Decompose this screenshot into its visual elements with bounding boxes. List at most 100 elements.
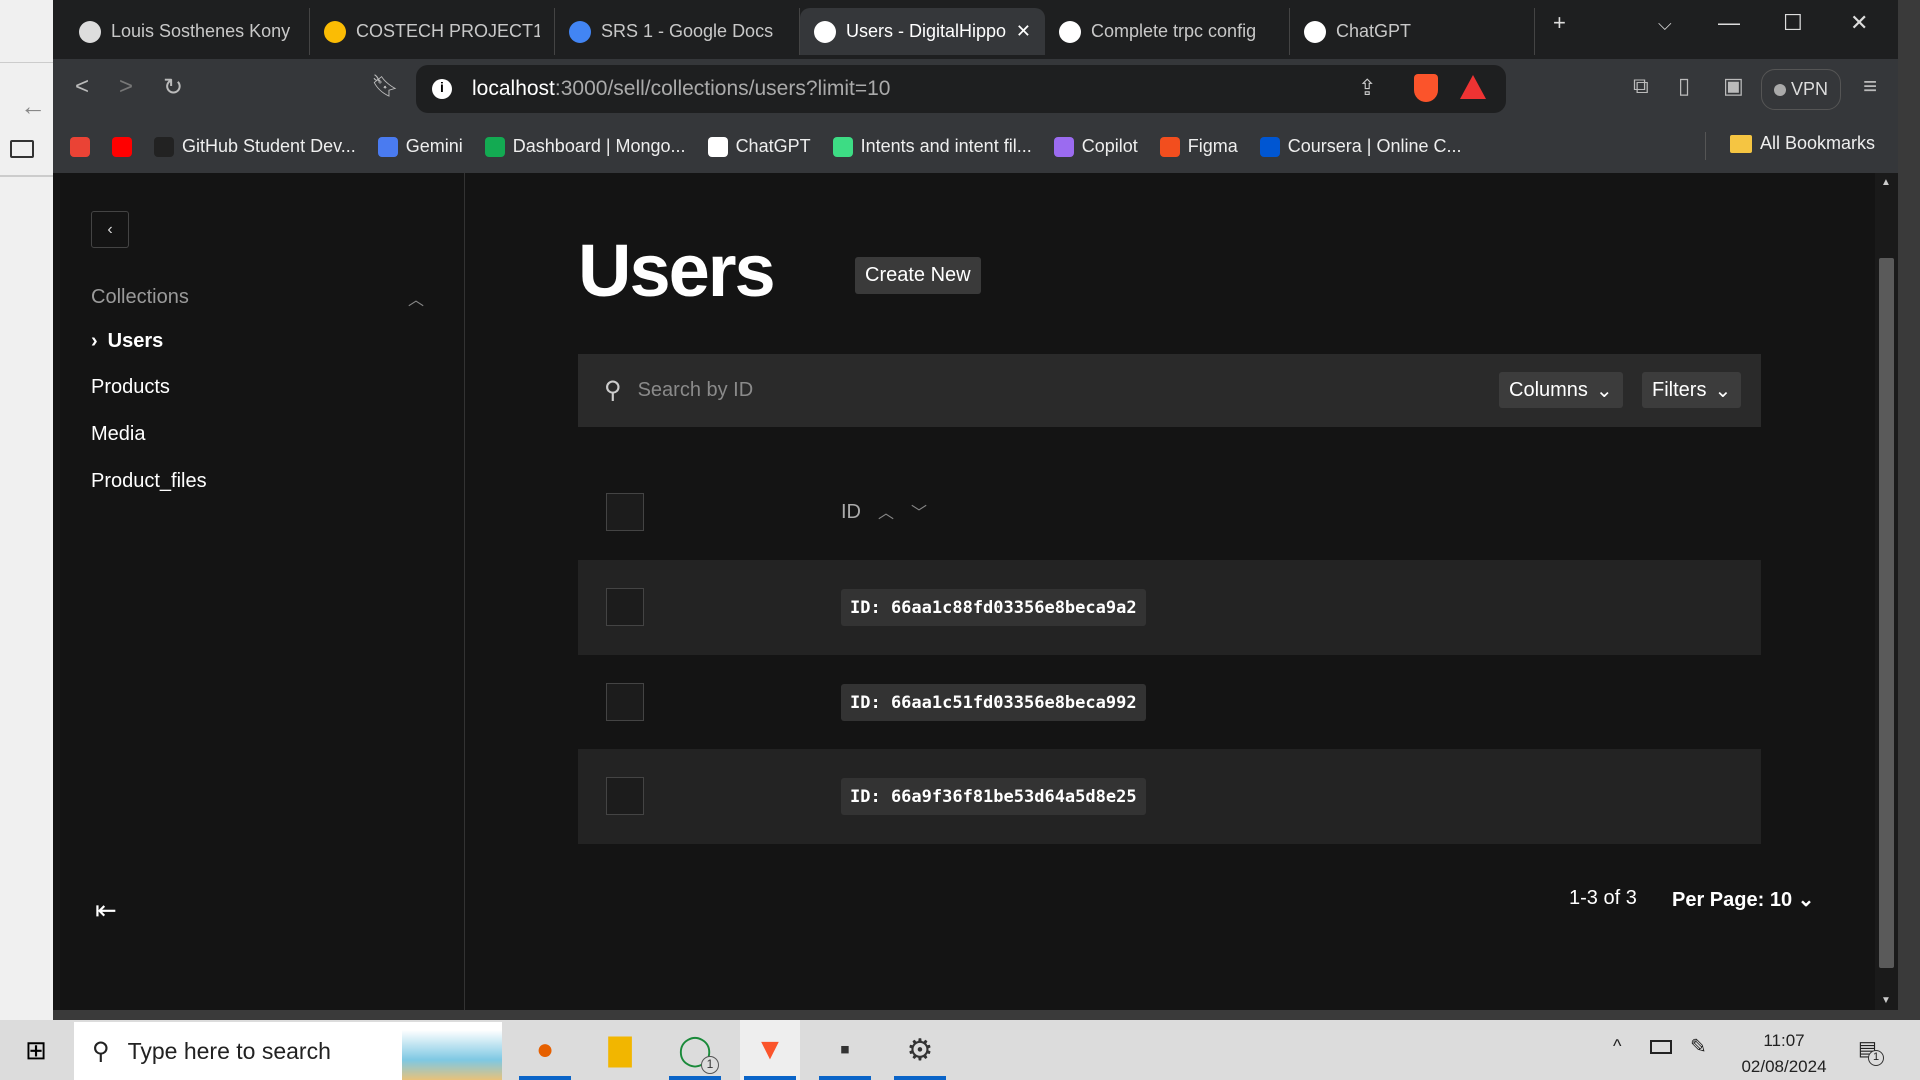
all-bookmarks-label: All Bookmarks: [1760, 133, 1876, 153]
tab-0[interactable]: Louis Sosthenes Kony: [65, 8, 310, 55]
tab-search-chevron-icon[interactable]: ⌵: [1658, 14, 1672, 35]
taskbar-search[interactable]: ⚲ Type here to search: [74, 1022, 502, 1080]
bookmark-item[interactable]: Figma: [1159, 136, 1238, 157]
sidebar-item-media[interactable]: Media: [91, 423, 145, 446]
row-checkbox[interactable]: [606, 683, 644, 721]
gmail-icon: [70, 136, 90, 157]
show-hidden-icons[interactable]: ^: [1613, 1036, 1621, 1057]
notifications-icon[interactable]: ▤ 1: [1858, 1036, 1884, 1066]
sidebar-item-products[interactable]: Products: [91, 376, 170, 399]
github-icon: [1059, 20, 1081, 43]
all-bookmarks-button[interactable]: All Bookmarks: [1730, 133, 1875, 154]
chevron-up-icon[interactable]: ︿: [408, 286, 424, 310]
terminal-icon[interactable]: ▪: [815, 1020, 875, 1080]
sort-ascending-icon[interactable]: ︿: [878, 499, 894, 523]
firefox-icon[interactable]: ●: [515, 1020, 575, 1080]
windows-start-icon[interactable]: ⊞: [6, 1020, 66, 1080]
filters-dropdown[interactable]: Filters ⌄: [1642, 372, 1742, 408]
scrollbar-thumb[interactable]: [1879, 258, 1894, 968]
row-checkbox[interactable]: [606, 588, 644, 626]
reload-icon[interactable]: ↻: [163, 73, 183, 102]
sidebar-toggle-icon[interactable]: ▯: [1678, 73, 1690, 99]
vpn-button[interactable]: VPN: [1761, 69, 1841, 110]
pen-icon[interactable]: ✎: [1690, 1034, 1707, 1059]
gemini-icon: [377, 136, 398, 157]
search-bar: ⚲ Search by ID Columns ⌄ Filters ⌄: [578, 354, 1761, 427]
clock[interactable]: 11:07 02/08/2024: [1736, 1028, 1832, 1080]
scroll-down-icon[interactable]: ▼: [1881, 995, 1891, 1006]
bookmark-item[interactable]: GitHub Student Dev...: [154, 136, 356, 157]
active-indicator: [744, 1076, 796, 1080]
filters-label: Filters: [1652, 378, 1707, 401]
collapse-sidebar-button[interactable]: ‹: [91, 211, 129, 248]
bookmark-item[interactable]: Coursera | Online C...: [1259, 136, 1462, 157]
whatsapp-icon[interactable]: ◯ 1: [665, 1020, 725, 1080]
brave-shields-icon[interactable]: [1414, 74, 1438, 102]
back-icon[interactable]: <: [75, 73, 89, 101]
bookmark-item[interactable]: [112, 136, 132, 157]
table-row[interactable]: ID: 66aa1c88fd03356e8beca9a2: [578, 560, 1761, 655]
scroll-up-icon[interactable]: ▲: [1881, 177, 1891, 188]
brave-icon[interactable]: ▼: [740, 1020, 800, 1080]
sort-descending-icon[interactable]: ﹀: [911, 499, 927, 523]
file-explorer-icon[interactable]: ▇: [590, 1020, 650, 1080]
row-checkbox[interactable]: [606, 777, 644, 815]
new-tab-button[interactable]: +: [1553, 10, 1566, 36]
menu-icon[interactable]: ≡: [1863, 73, 1877, 101]
per-page-dropdown[interactable]: Per Page: 10 ⌄: [1672, 887, 1814, 912]
search-icon: ⚲: [604, 377, 622, 404]
sidebar-item-users[interactable]: › Users: [91, 330, 163, 353]
mongodb-icon: [484, 136, 505, 157]
tab-1[interactable]: COSTECH PROJECT1 2: [310, 8, 555, 55]
row-id-link[interactable]: ID: 66aa1c88fd03356e8beca9a2: [841, 589, 1146, 626]
search-input[interactable]: Search by ID: [638, 379, 754, 402]
extensions-icon[interactable]: ⧉: [1633, 73, 1649, 99]
minimize-button[interactable]: —: [1718, 10, 1740, 36]
tab-3[interactable]: Users - DigitalHippo ✕: [800, 8, 1045, 55]
vpn-status-icon: [1773, 83, 1786, 96]
table-row[interactable]: ID: 66a9f36f81be53d64a5d8e25: [578, 749, 1761, 844]
scrollbar[interactable]: ▲ ▼: [1875, 173, 1898, 1010]
chatgpt-icon: [1304, 20, 1326, 43]
active-indicator: [819, 1076, 871, 1080]
tab-5[interactable]: ChatGPT: [1290, 8, 1535, 55]
create-new-button[interactable]: Create New: [855, 257, 981, 294]
github-icon: [154, 136, 174, 157]
maximize-button[interactable]: ☐: [1783, 10, 1803, 36]
site-info-icon[interactable]: i: [432, 79, 452, 99]
close-tab-icon[interactable]: ✕: [1016, 21, 1031, 42]
bookmark-item[interactable]: Copilot: [1053, 136, 1138, 157]
youtube-icon: [112, 136, 132, 157]
row-id-link[interactable]: ID: 66aa1c51fd03356e8beca992: [841, 684, 1146, 721]
wallet-icon[interactable]: ▣: [1723, 73, 1744, 99]
address-bar[interactable]: i localhost:3000/sell/collections/users?…: [416, 65, 1506, 113]
row-id-link[interactable]: ID: 66a9f36f81be53d64a5d8e25: [841, 778, 1146, 815]
settings-icon[interactable]: ⚙: [890, 1020, 950, 1080]
sidebar-panel-icon[interactable]: [10, 140, 34, 158]
sidebar-item-product-files[interactable]: Product_files: [91, 470, 207, 493]
columns-dropdown[interactable]: Columns ⌄: [1499, 372, 1623, 408]
bookmark-item[interactable]: Intents and intent fil...: [832, 136, 1032, 157]
battery-icon[interactable]: [1650, 1040, 1672, 1054]
bookmark-icon[interactable]: 🔖︎: [371, 73, 399, 99]
select-all-checkbox[interactable]: [606, 493, 644, 531]
tab-2[interactable]: SRS 1 - Google Docs: [555, 8, 800, 55]
bookmark-item[interactable]: Gemini: [377, 136, 463, 157]
sidebar-item-label: Users: [107, 330, 164, 352]
table-row[interactable]: ID: 66aa1c51fd03356e8beca992: [578, 655, 1761, 750]
share-icon[interactable]: ⇪: [1358, 75, 1376, 101]
taskbar-search-input[interactable]: Type here to search: [128, 1038, 331, 1065]
triangle-logo-icon: [814, 20, 836, 43]
tab-4[interactable]: Complete trpc config: [1045, 8, 1290, 55]
bookmark-item[interactable]: Dashboard | Mongo...: [484, 136, 686, 157]
bookmark-item[interactable]: ChatGPT: [707, 136, 811, 157]
bookmark-label: ChatGPT: [735, 136, 811, 156]
logout-icon[interactable]: ⇤: [95, 895, 117, 926]
bookmark-label: GitHub Student Dev...: [182, 136, 356, 156]
forward-icon[interactable]: >: [119, 73, 133, 101]
notification-badge: 1: [1868, 1050, 1884, 1066]
bookmark-item[interactable]: [70, 136, 90, 157]
close-window-button[interactable]: ✕: [1850, 10, 1868, 36]
chevron-down-icon: ⌄: [1714, 379, 1732, 402]
brave-rewards-icon[interactable]: [1460, 75, 1486, 99]
